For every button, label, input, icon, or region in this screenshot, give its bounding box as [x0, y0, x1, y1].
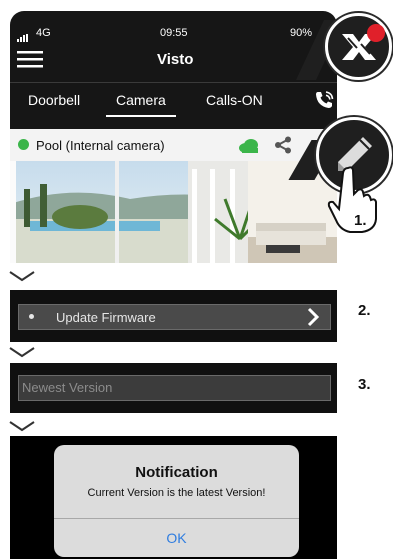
phone-wave-icon[interactable]: [313, 89, 335, 116]
tab-doorbell[interactable]: Doorbell: [28, 92, 80, 108]
app-screen: 4G 09:55 90% Visto Doorbell Camera Calls…: [10, 11, 337, 263]
divider: [10, 82, 337, 83]
logo-callout: [325, 13, 392, 80]
step-number-2: 2.: [358, 302, 371, 319]
chevron-right-icon: [307, 307, 320, 327]
network-type: 4G: [36, 27, 51, 39]
dialog-divider: [54, 518, 299, 519]
battery-percent: 90%: [290, 27, 313, 39]
bullet-dot: [29, 314, 34, 319]
share-icon[interactable]: [274, 136, 292, 159]
cloud-icon: [238, 138, 260, 159]
chevron-down-icon: [9, 271, 35, 282]
camera-preview[interactable]: Pool (Internal camera): [10, 129, 337, 263]
dialog-message: Current Version is the latest Version!: [87, 487, 266, 499]
dialog-backdrop: Notification Current Version is the late…: [10, 436, 337, 559]
step-number-1: 1.: [354, 212, 367, 229]
hamburger-menu-icon[interactable]: [17, 50, 43, 73]
step-number-3: 3.: [358, 376, 371, 393]
notification-dot: [367, 24, 385, 42]
signal-icon: [17, 29, 31, 47]
ok-button[interactable]: OK: [54, 530, 299, 546]
tab-camera[interactable]: Camera: [116, 92, 166, 108]
camera-name: Pool (Internal camera): [36, 138, 165, 153]
clock: 09:55: [160, 27, 188, 39]
chevron-down-icon: [9, 347, 35, 358]
tab-calls-on[interactable]: Calls-ON: [206, 92, 263, 108]
active-tab-indicator: [106, 115, 176, 117]
online-status-dot: [18, 139, 29, 150]
tap-hand-icon: [327, 166, 377, 233]
update-firmware-label: Update Firmware: [56, 310, 156, 325]
app-title: Visto: [157, 51, 194, 68]
dialog-title: Notification: [135, 464, 218, 481]
notification-dialog: Notification Current Version is the late…: [54, 445, 299, 557]
newest-version-label: Newest Version: [22, 380, 113, 395]
chevron-down-icon: [9, 421, 35, 432]
